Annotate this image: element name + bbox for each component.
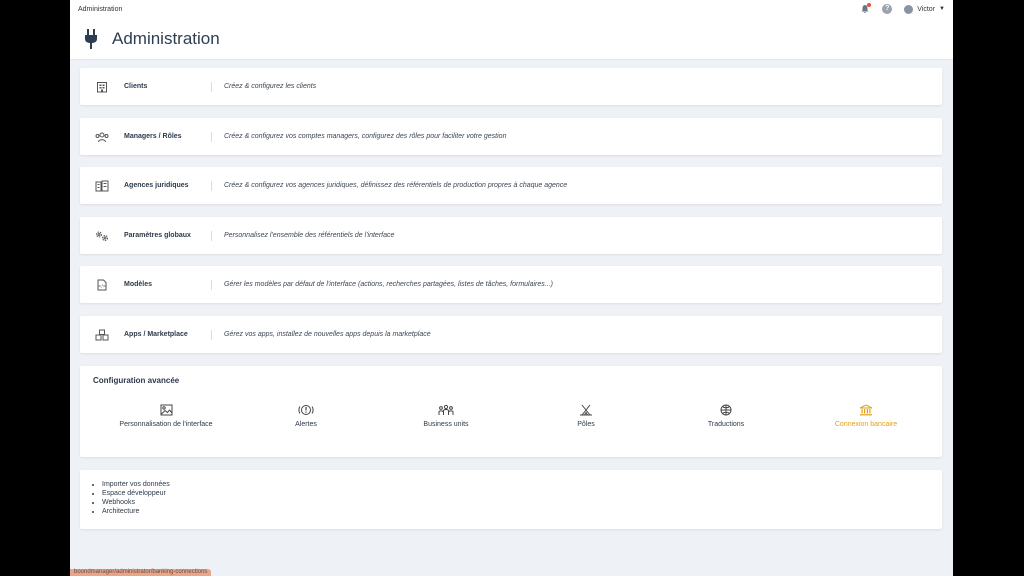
section-title: Apps / Marketplace — [124, 329, 212, 340]
advanced-item-label: Traductions — [707, 421, 745, 428]
globe-icon — [720, 404, 732, 416]
breadcrumb[interactable]: Administration — [78, 6, 860, 13]
section-title: Clients — [124, 81, 212, 92]
section-title: Paramètres globaux — [124, 230, 212, 241]
app-window: Administration ? Victor ▼ Administration… — [70, 0, 953, 576]
advanced-item-personnalisation[interactable]: Personnalisation de l'interface — [96, 404, 236, 428]
section-apps-marketplace[interactable]: Apps / Marketplace Gérez vos apps, insta… — [80, 316, 942, 353]
section-clients[interactable]: Clients Créez & configurez les clients — [80, 68, 942, 105]
section-description: Gérez vos apps, installez de nouvelles a… — [224, 331, 431, 338]
section-description: Créez & configurez vos agences juridique… — [224, 182, 568, 189]
advanced-item-poles[interactable]: Pôles — [516, 404, 656, 428]
bank-icon — [859, 404, 873, 416]
advanced-item-label: Alertes — [295, 421, 317, 428]
chevron-down-icon: ▼ — [939, 6, 945, 12]
svg-text:</>: </> — [98, 283, 106, 288]
status-bar-url: boondmanager/administrator/banking-conne… — [70, 569, 212, 576]
link-architecture[interactable]: Architecture — [102, 507, 170, 516]
advanced-item-traductions[interactable]: Traductions — [656, 404, 796, 428]
section-managers-roles[interactable]: Managers / Rôles Créez & configurez vos … — [80, 118, 942, 155]
tent-icon — [579, 404, 593, 416]
file-code-icon: </> — [80, 279, 124, 291]
advanced-item-alertes[interactable]: Alertes — [236, 404, 376, 428]
people-group-icon — [438, 404, 454, 416]
section-description: Personnalisez l'ensemble des référentiel… — [224, 232, 395, 239]
avatar — [904, 4, 914, 14]
help-icon[interactable]: ? — [882, 4, 893, 14]
advanced-config-panel: Configuration avancée Personnalisation d… — [80, 366, 942, 457]
advanced-config-title: Configuration avancée — [93, 376, 180, 385]
advanced-item-connexion-bancaire[interactable]: Connexion bancaire — [796, 404, 936, 428]
gears-icon — [80, 230, 124, 242]
link-importer-donnees[interactable]: Importer vos données — [102, 480, 170, 489]
section-description: Créez & configurez les clients — [224, 83, 317, 90]
user-name: Victor — [917, 5, 936, 13]
section-agences-juridiques[interactable]: Agences juridiques Créez & configurez vo… — [80, 167, 942, 204]
section-title: Managers / Rôles — [124, 131, 212, 142]
user-menu[interactable]: Victor ▼ — [904, 4, 945, 14]
alert-icon — [298, 404, 314, 416]
advanced-item-business-units[interactable]: Business units — [376, 404, 516, 428]
section-description: Créez & configurez vos comptes managers,… — [224, 133, 507, 140]
advanced-item-label: Connexion bancaire — [834, 421, 898, 428]
links-panel: Importer vos données Espace développeur … — [80, 470, 942, 529]
buildings-icon — [80, 180, 124, 192]
page-header: Administration — [70, 18, 953, 60]
section-parametres-globaux[interactable]: Paramètres globaux Personnalisez l'ensem… — [80, 217, 942, 254]
advanced-item-label: Pôles — [577, 421, 595, 428]
page-title: Administration — [112, 28, 220, 48]
top-bar: Administration ? Victor ▼ — [70, 0, 953, 18]
advanced-item-label: Personnalisation de l'interface — [119, 421, 213, 428]
advanced-item-label: Business units — [423, 421, 469, 428]
notification-bell-icon[interactable] — [860, 3, 872, 14]
link-espace-developpeur[interactable]: Espace développeur — [102, 489, 170, 498]
image-icon — [160, 404, 173, 416]
notification-dot — [867, 3, 872, 7]
users-icon — [80, 131, 124, 143]
boxes-icon — [80, 329, 124, 341]
section-modeles[interactable]: </> Modèles Gérer les modèles par défaut… — [80, 266, 942, 303]
building-icon — [80, 81, 124, 93]
section-description: Gérer les modèles par défaut de l'interf… — [224, 281, 553, 288]
link-webhooks[interactable]: Webhooks — [102, 498, 170, 507]
section-title: Modèles — [124, 279, 212, 290]
section-title: Agences juridiques — [124, 180, 212, 191]
plug-icon — [84, 28, 98, 49]
links-list: Importer vos données Espace développeur … — [102, 480, 170, 516]
